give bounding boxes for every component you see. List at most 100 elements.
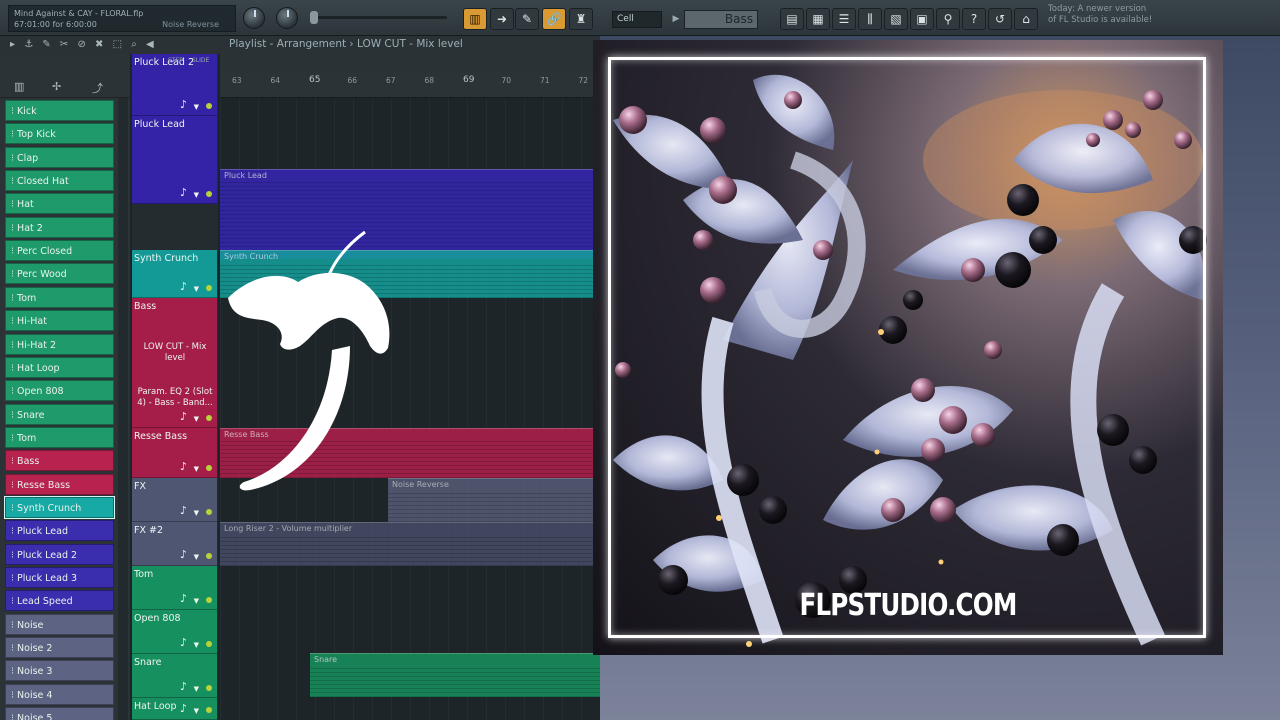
master-volume-knob[interactable] (243, 7, 265, 29)
channel-item[interactable]: Noise 2 (5, 637, 114, 659)
channel-item[interactable]: Resse Bass (5, 473, 114, 495)
draw-tool-button[interactable]: ✎ (515, 8, 539, 30)
channel-item[interactable]: Open 808 (5, 380, 114, 402)
channel-item[interactable]: Noise (5, 613, 114, 635)
automation-label-2[interactable]: Param. EQ 2 (Slot 4) - Bass - Band... (136, 387, 214, 409)
playlist-tool-icons[interactable]: ▸ ⚓ ✎ ✂ ⊘ ✖ ⬚ ⌕ ◀ (10, 39, 157, 50)
track-header[interactable]: Hat Loop ♪ ▼ (132, 698, 217, 720)
pattern-clip[interactable]: Snare (310, 653, 610, 697)
note-icon[interactable]: ♪ (180, 702, 187, 715)
dropdown-icon[interactable]: ▼ (194, 553, 199, 561)
mute-led[interactable] (206, 641, 212, 647)
channel-item[interactable]: Perc Closed (5, 240, 114, 262)
piano-icon[interactable]: ▥ (14, 80, 24, 93)
channel-item[interactable]: Lead Speed (5, 590, 114, 612)
help-icon[interactable]: ? (962, 8, 986, 30)
automation-label-1[interactable]: LOW CUT - Mix level (136, 342, 214, 364)
dropdown-icon[interactable]: ▼ (194, 465, 199, 473)
dropdown-icon[interactable]: ▼ (194, 415, 199, 423)
track-header[interactable]: Pluck Lead ♪ ▼ (132, 116, 217, 204)
channel-item[interactable]: Hat Loop (5, 356, 114, 378)
mute-led[interactable] (206, 103, 212, 109)
channel-item[interactable]: Hat (5, 193, 114, 215)
link-icon[interactable]: 🔗 (542, 8, 566, 30)
dropdown-icon[interactable]: ▼ (194, 103, 199, 111)
prev-pattern-icon[interactable]: ▶ (670, 11, 682, 28)
undo-history-icon[interactable]: ↺ (988, 8, 1012, 30)
dropdown-icon[interactable]: ▼ (194, 285, 199, 293)
plugin-icon[interactable]: ▧ (884, 8, 908, 30)
pitch-slider[interactable] (310, 11, 447, 24)
track-header[interactable]: FX #2 ♪ ▼ (132, 522, 217, 566)
mute-led[interactable] (206, 415, 212, 421)
channel-item[interactable]: Clap (5, 146, 114, 168)
channel-item[interactable]: Kick (5, 100, 114, 121)
mute-led[interactable] (206, 191, 212, 197)
pattern-selector[interactable]: Bass (684, 10, 758, 29)
channel-item[interactable]: Pluck Lead (5, 520, 114, 542)
track-header[interactable]: Snare ♪ ▼ (132, 654, 217, 698)
dropdown-icon[interactable]: ▼ (194, 641, 199, 649)
channel-item[interactable]: Perc Wood (5, 263, 114, 285)
channel-item[interactable]: Tom (5, 286, 114, 308)
channel-item[interactable]: Hat 2 (5, 216, 114, 238)
automation-icon[interactable]: ⤴ (92, 80, 103, 96)
metronome-icon[interactable]: ♜ (569, 8, 593, 30)
note-icon[interactable]: ♪ (180, 636, 187, 649)
track-header[interactable]: Tom ♪ ▼ (132, 566, 217, 610)
note-icon[interactable]: ♪ (180, 98, 187, 111)
mixer-icon[interactable]: ▤ (780, 8, 804, 30)
dropdown-icon[interactable]: ▼ (194, 707, 199, 715)
pattern-song-toggle[interactable]: ▥ (463, 8, 487, 30)
timeline-ruler[interactable]: 63 64 65 66 67 68 69 70 71 72 (220, 72, 600, 98)
snap-select[interactable]: Cell (612, 11, 662, 28)
channel-item[interactable]: Pluck Lead 2 (5, 543, 114, 565)
channel-item[interactable]: Snare (5, 403, 114, 425)
channel-item[interactable]: Synth Crunch (4, 495, 115, 519)
pattern-clip[interactable]: Long Riser 2 - Volume multiplier (220, 522, 600, 566)
track-header[interactable]: Synth Crunch ♪ ▼ (132, 250, 217, 298)
note-icon[interactable]: ♪ (180, 504, 187, 517)
playlist-arrow-button[interactable]: ➜ (490, 8, 514, 30)
note-icon[interactable]: ♪ (180, 280, 187, 293)
channel-item[interactable]: Tom (5, 426, 114, 448)
track-header[interactable]: FX ♪ ▼ (132, 478, 217, 522)
mute-led[interactable] (206, 553, 212, 559)
channel-item[interactable]: Pluck Lead 3 (5, 567, 114, 588)
channel-item[interactable]: Noise 4 (5, 683, 114, 705)
channel-item[interactable]: Noise 3 (5, 660, 114, 682)
browser-icon[interactable]: ▣ (910, 8, 934, 30)
dropdown-icon[interactable]: ▼ (194, 509, 199, 517)
piano-roll-icon[interactable]: ▦ (806, 8, 830, 30)
note-icon[interactable]: ♪ (180, 680, 187, 693)
plugin-picker-icon[interactable]: ⚲ (936, 8, 960, 30)
mute-led[interactable] (206, 707, 212, 713)
dropdown-icon[interactable]: ▼ (194, 685, 199, 693)
dropdown-icon[interactable]: ▼ (194, 191, 199, 199)
mute-led[interactable] (206, 465, 212, 471)
mixer-faders-icon[interactable]: ⫼ (858, 8, 882, 30)
mute-led[interactable] (206, 509, 212, 515)
note-icon[interactable]: ♪ (180, 548, 187, 561)
channel-item[interactable]: Hi-Hat (5, 310, 114, 332)
channel-item[interactable]: Noise 5 (5, 707, 114, 720)
note-icon[interactable]: ♪ (180, 186, 187, 199)
channel-rack-icon[interactable]: ☰ (832, 8, 856, 30)
mute-led[interactable] (206, 285, 212, 291)
dropdown-icon[interactable]: ▼ (194, 597, 199, 605)
news-panel[interactable]: Today: A newer version of FL Studio is a… (1040, 4, 1272, 34)
note-icon[interactable]: ♪ (180, 592, 187, 605)
track-header[interactable]: Open 808 ♪ ▼ (132, 610, 217, 654)
note-icon[interactable]: ♪ (180, 410, 187, 423)
master-pitch-knob[interactable] (276, 7, 298, 29)
channel-item[interactable]: Top Kick (5, 123, 114, 145)
pattern-clip[interactable]: Noise Reverse (388, 478, 600, 522)
mute-led[interactable] (206, 597, 212, 603)
picker-scrollbar[interactable] (118, 98, 128, 720)
slider-thumb[interactable] (310, 11, 318, 24)
channel-item[interactable]: Hi-Hat 2 (5, 333, 114, 355)
shop-icon[interactable]: ⌂ (1014, 8, 1038, 30)
note-icon[interactable]: ♪ (180, 460, 187, 473)
channel-item[interactable]: Bass (5, 450, 114, 472)
track-header[interactable]: Resse Bass ♪ ▼ (132, 428, 217, 478)
